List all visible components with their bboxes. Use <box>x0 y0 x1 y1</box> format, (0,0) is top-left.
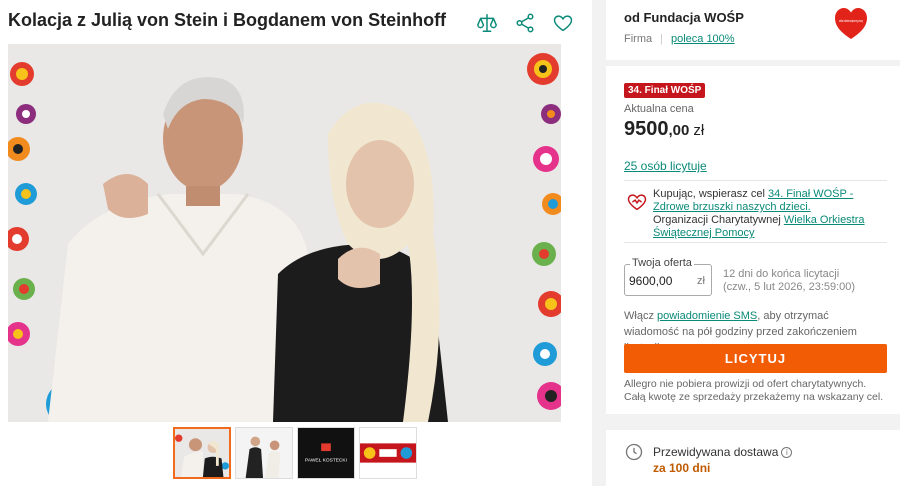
sms-notification-link[interactable]: powiadomienie SMS <box>657 310 757 322</box>
thumbnail-3-label: PAWEŁ KOSTECKI <box>305 458 347 464</box>
thumbnail-3[interactable]: PAWEŁ KOSTECKI <box>297 427 355 479</box>
price-currency: zł <box>693 122 705 139</box>
seller-name[interactable]: od Fundacja WOŚP <box>624 10 744 25</box>
bidders-link[interactable]: 25 osób licytuje <box>624 159 707 173</box>
divider <box>624 242 887 243</box>
bid-button[interactable]: LICYTUJ <box>624 344 887 373</box>
heart-icon[interactable] <box>552 12 574 34</box>
current-price: 9500,00 zł <box>624 118 704 141</box>
price-label: Aktualna cena <box>624 103 694 115</box>
seller-type: Firma <box>624 33 653 45</box>
price-decimal: ,00 <box>668 122 690 139</box>
auction-deadline: 12 dni do końca licytacji (czw., 5 lut 2… <box>723 268 855 294</box>
charity-heart-icon <box>626 191 648 213</box>
delivery-time: za 100 dni <box>653 461 711 475</box>
offer-title: Kolacja z Julią von Stein i Bogdanem von… <box>8 10 447 30</box>
bid-offer-input[interactable] <box>629 274 685 288</box>
clock-icon <box>624 442 644 462</box>
info-icon[interactable]: i <box>781 447 793 458</box>
delivery-label: Przewidywana dostawa i <box>653 445 793 459</box>
offer-panel: Kolacja z Julią von Stein i Bogdanem von… <box>0 0 592 486</box>
commission-note: Allegro nie pobiera prowizji od ofert ch… <box>624 378 884 403</box>
deadline-countdown: 12 dni do końca licytacji <box>723 268 840 280</box>
charity-org-prefix: Organizacji Charytatywnej <box>653 214 784 226</box>
charity-badge: 34. Finał WOŚP <box>624 83 706 98</box>
thumbnail-strip: PAWEŁ KOSTECKI <box>173 427 417 479</box>
charity-prefix: Kupując, wspierasz cel <box>653 188 768 200</box>
seller-recommend-link[interactable]: poleca 100% <box>671 33 735 45</box>
charity-info: Kupując, wspierasz cel 34. Finał WOŚP - … <box>653 188 883 240</box>
wosp-logo[interactable]: wielka orkiestra świątecznej pomocy <box>834 7 868 41</box>
delivery-label-text: Przewidywana dostawa <box>653 445 779 459</box>
wosp-logo-text: wielka orkiestra świątecznej pomocy <box>839 19 863 23</box>
share-icon[interactable] <box>514 12 536 34</box>
main-offer-image[interactable] <box>8 44 561 422</box>
seller-card: od Fundacja WOŚP Firma | poleca 100% wielk… <box>606 0 900 60</box>
thumbnail-1[interactable] <box>173 427 231 479</box>
price-integer: 9500 <box>624 118 669 140</box>
offer-actions <box>476 12 574 34</box>
bid-currency: zł <box>697 275 705 287</box>
bid-offer-field: Twoja oferta zł <box>624 257 712 296</box>
thumbnail-4[interactable] <box>359 427 417 479</box>
bid-offer-label: Twoja oferta <box>630 257 694 269</box>
divider <box>624 180 887 181</box>
thumbnail-2[interactable] <box>235 427 293 479</box>
compare-icon[interactable] <box>476 12 498 34</box>
sms-prefix: Włącz <box>624 310 657 322</box>
sidebar: od Fundacja WOŚP Firma | poleca 100% wielk… <box>606 0 900 486</box>
seller-meta-separator: | <box>660 33 663 45</box>
seller-meta: Firma | poleca 100% <box>624 33 735 45</box>
delivery-card: Przewidywana dostawa i za 100 dni <box>606 430 900 486</box>
auction-card: 34. Finał WOŚP Aktualna cena 9500,00 zł 2… <box>606 66 900 414</box>
deadline-date: (czw., 5 lut 2026, 23:59:00) <box>723 281 856 293</box>
